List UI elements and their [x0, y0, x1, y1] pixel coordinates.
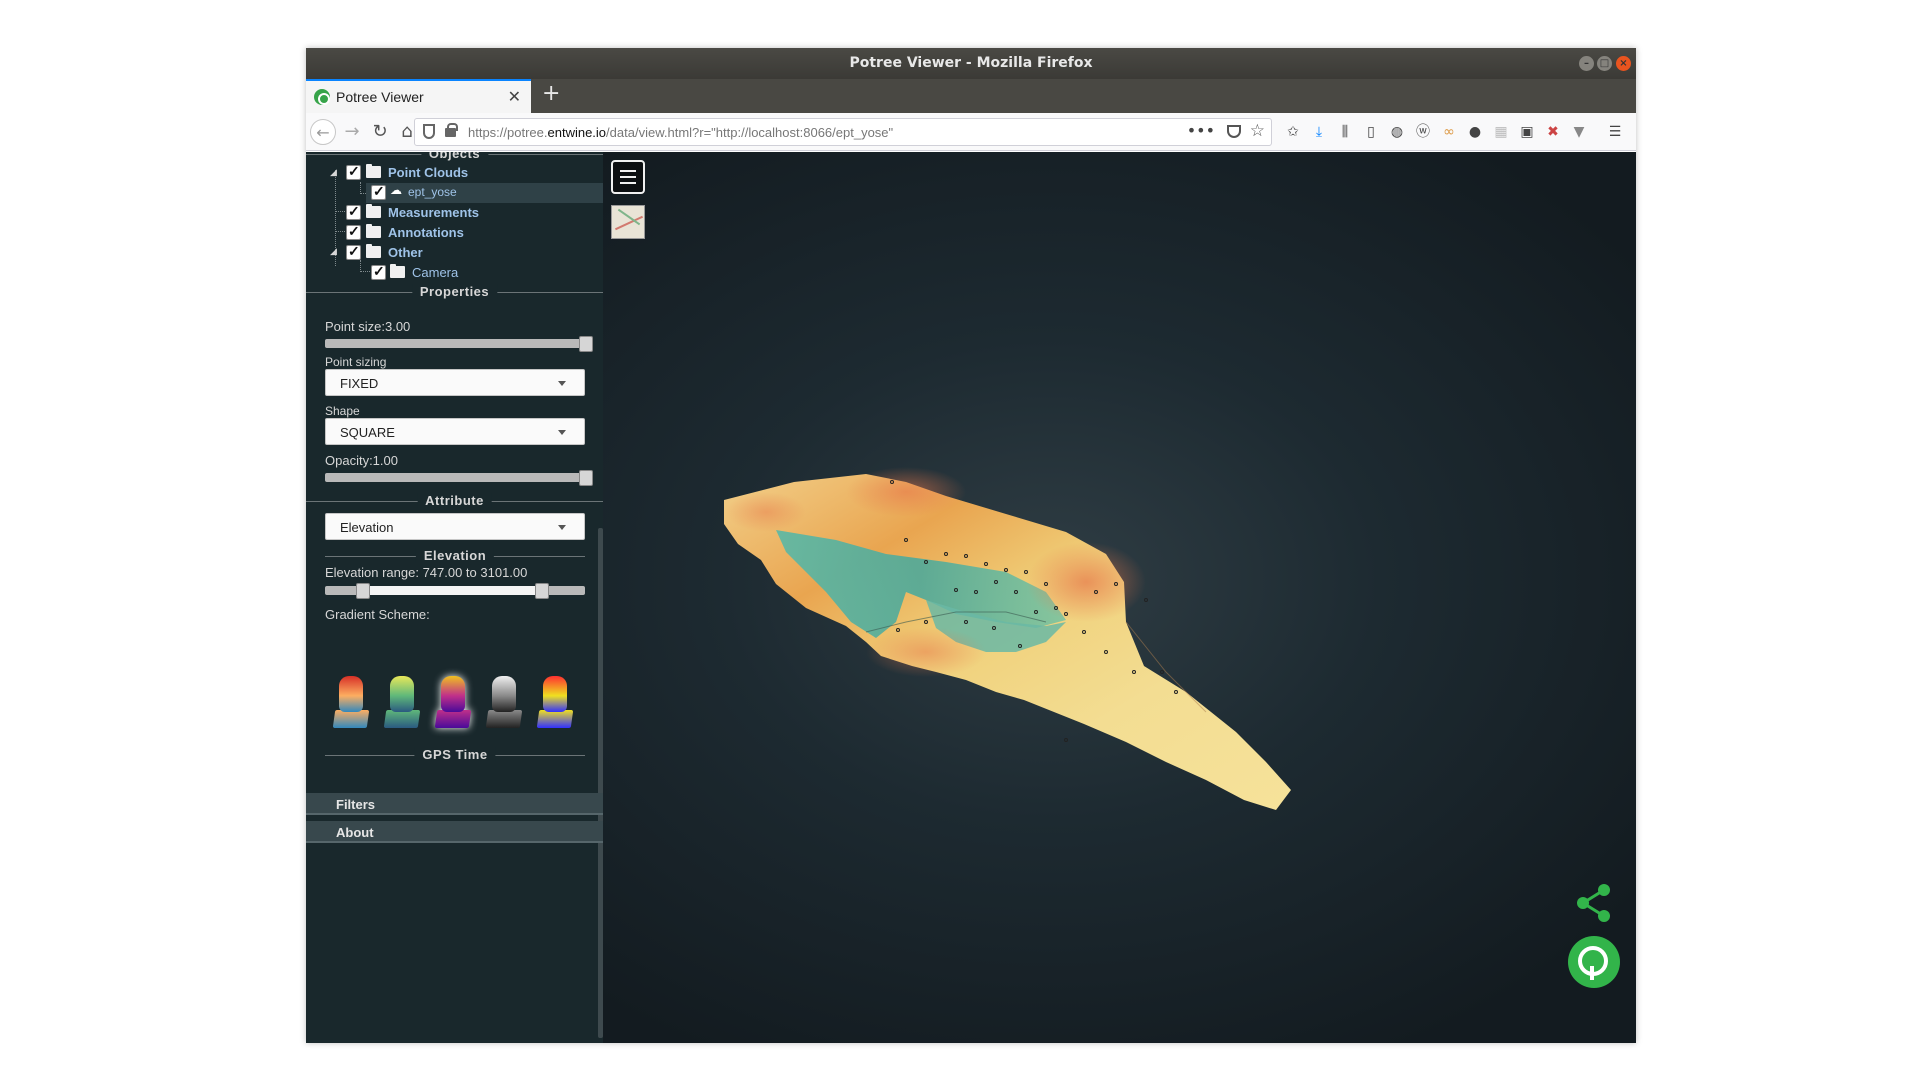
sidebar-toggle-icon[interactable]: ▯ [1362, 123, 1380, 141]
tracking-shield-icon[interactable] [423, 124, 435, 139]
tree-item-point-clouds[interactable]: Point Clouds [306, 163, 603, 183]
window-title: Potree Viewer - Mozilla Firefox [849, 55, 1093, 71]
elevation-section-header: Elevation [325, 548, 585, 564]
downloads-icon[interactable]: ⤓ [1310, 123, 1328, 141]
extension-glasses-icon[interactable]: ∞ [1440, 123, 1458, 141]
pocket-icon[interactable] [1227, 125, 1241, 138]
point-size-label: Point size:3.00 [325, 319, 411, 334]
library-icon[interactable]: ⫼ [1336, 123, 1354, 141]
tree-label-measurements: Measurements [388, 205, 480, 220]
new-tab-button[interactable]: + [542, 81, 560, 106]
tree-item-measurements[interactable]: Measurements [306, 203, 603, 223]
extension-w-icon[interactable]: ⓦ [1414, 123, 1432, 141]
tree-label-ept-yose: ept_yose [408, 185, 457, 199]
gradient-scheme-rainbow-icon[interactable] [534, 674, 576, 732]
back-button[interactable]: ← [310, 119, 336, 145]
potree-favicon-icon [314, 89, 330, 105]
measurements-checkbox[interactable] [346, 203, 361, 220]
potree-sidebar: Objects ◢ Point Clouds ☁ ept_yose [306, 152, 603, 1043]
tree-label-other: Other [388, 245, 423, 260]
filters-accordion-header[interactable]: Filters [306, 793, 603, 815]
gradient-scheme-plasma-icon[interactable] [432, 674, 474, 732]
url-bar[interactable]: https://potree.entwine.io/data/view.html… [414, 118, 1272, 146]
minimize-button[interactable]: – [1579, 56, 1594, 71]
maximize-button[interactable]: □ [1597, 56, 1612, 71]
extension-grid-icon[interactable]: ▦ [1492, 123, 1510, 141]
chevron-down-icon [558, 525, 566, 530]
point-sizing-label: Point sizing [325, 355, 387, 369]
shape-label: Shape [325, 404, 360, 418]
tree-item-camera[interactable]: Camera [306, 263, 603, 283]
potree-viewer[interactable]: Objects ◢ Point Clouds ☁ ept_yose [306, 152, 1636, 1043]
properties-section-header[interactable]: Properties [306, 284, 603, 300]
tree-label-annotations: Annotations [388, 225, 464, 240]
potree-logo-icon[interactable] [1568, 936, 1620, 988]
tree-label-point-clouds: Point Clouds [388, 165, 469, 180]
attribute-section-header[interactable]: Attribute [306, 493, 603, 509]
page-actions-more-icon[interactable]: ••• [1187, 121, 1215, 140]
opacity-slider-handle[interactable] [579, 470, 593, 486]
reload-button[interactable]: ↻ [367, 119, 393, 145]
folder-icon [366, 204, 381, 218]
chevron-down-icon [558, 430, 566, 435]
tree-item-ept-yose[interactable]: ☁ ept_yose [306, 183, 603, 203]
url-text[interactable]: https://potree.entwine.io/data/view.html… [468, 125, 893, 140]
bookmark-star-icon[interactable]: ☆ [1250, 121, 1265, 141]
elevation-range-fill [363, 586, 541, 595]
title-bar: Potree Viewer - Mozilla Firefox – □ × [306, 48, 1636, 79]
folder-icon [366, 224, 381, 238]
point-clouds-checkbox[interactable] [346, 163, 361, 180]
tab-title: Potree Viewer [336, 89, 424, 105]
point-size-slider-handle[interactable] [579, 336, 593, 352]
terrain-surface [724, 467, 1291, 810]
tree-item-annotations[interactable]: Annotations [306, 223, 603, 243]
other-checkbox[interactable] [346, 243, 361, 260]
extension-v-icon[interactable]: ▼ [1570, 123, 1588, 141]
opacity-label: Opacity:1.00 [325, 453, 398, 468]
share-icon[interactable] [1574, 882, 1614, 924]
bookmarks-toolbar-icon[interactable]: ✩ [1284, 123, 1302, 141]
gradient-scheme-label: Gradient Scheme: [325, 607, 430, 622]
folder-icon [366, 244, 381, 258]
gps-time-section-header: GPS Time [325, 747, 585, 763]
camera-checkbox[interactable] [371, 263, 386, 280]
firefox-window: Potree Viewer - Mozilla Firefox – □ × Po… [306, 48, 1636, 1043]
lock-icon[interactable] [445, 123, 458, 137]
tree-item-other[interactable]: Other [306, 243, 603, 263]
point-sizing-select[interactable]: FIXED [325, 369, 585, 396]
navigation-bar: ← → ↻ ⌂ https://potree.entwine.io/data/v… [306, 113, 1636, 151]
folder-icon [390, 264, 405, 278]
cloud-icon: ☁ [390, 183, 402, 197]
forward-button[interactable]: → [339, 119, 365, 145]
extension-se-icon[interactable]: ▣ [1518, 123, 1536, 141]
gradient-scheme-yellow-green-icon[interactable] [381, 674, 423, 732]
shape-select[interactable]: SQUARE [325, 418, 585, 445]
elevation-range-label: Elevation range: 747.00 to 3101.00 [325, 565, 528, 580]
sidebar-toggle-menu-button[interactable] [611, 160, 645, 194]
tab-close-button[interactable]: ✕ [508, 87, 521, 106]
elevation-min-handle[interactable] [356, 583, 370, 599]
close-window-button[interactable]: × [1616, 56, 1631, 71]
about-accordion-header[interactable]: About [306, 821, 603, 843]
tree-label-camera: Camera [412, 265, 459, 280]
point-size-slider[interactable] [325, 339, 585, 348]
gradient-scheme-grayscale-icon[interactable] [483, 674, 525, 732]
ept-yose-checkbox[interactable] [371, 183, 386, 200]
annotations-checkbox[interactable] [346, 223, 361, 240]
sidebar-scrollbar[interactable] [598, 528, 603, 1038]
extension-cross-icon[interactable]: ✖ [1544, 123, 1562, 141]
opacity-slider[interactable] [325, 473, 585, 482]
tab-potree-viewer[interactable]: Potree Viewer ✕ [306, 79, 531, 113]
extension-globe-icon[interactable]: ◍ [1388, 123, 1406, 141]
hamburger-menu-icon[interactable]: ☰ [1606, 123, 1624, 141]
gradient-scheme-spectral-icon[interactable] [330, 674, 372, 732]
folder-icon [366, 164, 381, 178]
elevation-max-handle[interactable] [535, 583, 549, 599]
attribute-select[interactable]: Elevation [325, 513, 585, 540]
map-toggle-button[interactable] [611, 205, 645, 239]
chevron-down-icon [558, 381, 566, 386]
tab-strip: Potree Viewer ✕ + [306, 79, 1636, 113]
account-icon[interactable]: ● [1466, 123, 1484, 141]
objects-section-header[interactable]: Objects [306, 152, 603, 162]
